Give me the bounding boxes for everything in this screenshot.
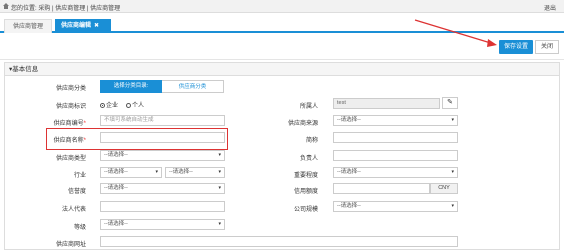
caret-icon: ▾ bbox=[218, 169, 221, 175]
identity-label: 供应商标识 bbox=[55, 104, 86, 110]
abbr-input[interactable] bbox=[333, 132, 458, 143]
select-value: --请选择-- bbox=[337, 117, 361, 123]
save-settings-button[interactable]: 保存设置 bbox=[499, 40, 533, 54]
radio-person[interactable]: 个人 bbox=[126, 100, 144, 109]
radio-company[interactable]: 企业 bbox=[100, 100, 118, 109]
legal-label: 法人代表 bbox=[61, 207, 86, 213]
caret-icon: ▾ bbox=[218, 221, 221, 227]
credit-label: 信誉度 bbox=[67, 189, 86, 195]
name-label-text: 供应商名称 bbox=[53, 138, 84, 144]
credit-limit-label: 信用额度 bbox=[293, 189, 318, 195]
credit-limit-input[interactable] bbox=[333, 183, 430, 194]
owner-field[interactable]: test bbox=[333, 98, 440, 109]
radio-dot bbox=[100, 103, 105, 108]
select-value: --请选择-- bbox=[104, 152, 128, 158]
industry-select-2[interactable]: --请选择-- ▾ bbox=[165, 167, 225, 178]
breadcrumb: 您的位置: 采购 | 供应商管理 | 供应商管理 bbox=[11, 6, 121, 12]
category-tab-select[interactable]: 选择分类目录: bbox=[100, 80, 162, 93]
industry-label: 行业 bbox=[73, 173, 86, 179]
radio-label: 个人 bbox=[132, 103, 145, 109]
source-label: 供应商来源 bbox=[287, 121, 318, 127]
code-input[interactable]: 不填可系统自动生成 bbox=[100, 115, 225, 126]
credit-select[interactable]: --请选择-- ▾ bbox=[100, 183, 225, 194]
code-label: 供应商编号* bbox=[53, 121, 86, 127]
source-select[interactable]: --请选择-- ▾ bbox=[333, 115, 458, 126]
caret-icon: ▾ bbox=[451, 203, 454, 209]
category-label: 供应商分类 bbox=[55, 86, 86, 92]
website-label: 供应商网址 bbox=[55, 242, 86, 248]
manager-input[interactable] bbox=[333, 150, 458, 161]
select-value: --请选择-- bbox=[104, 169, 128, 175]
level-label: 等级 bbox=[73, 225, 86, 231]
category-tab-supplier[interactable]: 供应商分类 bbox=[162, 80, 224, 93]
section-title[interactable]: ▾基本信息 bbox=[5, 63, 559, 76]
tab-bar: 供应商管理 供应商编辑 ✖ bbox=[0, 13, 564, 33]
exit-link[interactable]: 退出 bbox=[544, 3, 556, 12]
select-value: --请选择-- bbox=[104, 221, 128, 227]
scale-select[interactable]: --请选择-- ▾ bbox=[333, 201, 458, 212]
importance-label: 重要程度 bbox=[293, 173, 318, 179]
website-input[interactable] bbox=[100, 236, 458, 247]
type-select[interactable]: --请选择-- ▾ bbox=[100, 150, 225, 161]
radio-label: 企业 bbox=[106, 103, 119, 109]
caret-icon: ▾ bbox=[451, 169, 454, 175]
close-icon[interactable]: ✖ bbox=[94, 23, 99, 29]
name-label: 供应商名称* bbox=[53, 138, 86, 144]
tab-supplier-management[interactable]: 供应商管理 bbox=[4, 19, 52, 33]
code-label-text: 供应商编号 bbox=[53, 121, 84, 127]
select-value: --请选择-- bbox=[104, 185, 128, 191]
tab-supplier-edit[interactable]: 供应商编辑 ✖ bbox=[55, 19, 111, 33]
top-bar: 您的位置: 采购 | 供应商管理 | 供应商管理 退出 bbox=[0, 0, 564, 13]
caret-icon: ▾ bbox=[218, 152, 221, 158]
currency-badge: CNY bbox=[430, 183, 458, 194]
industry-select-1[interactable]: --请选择-- ▾ bbox=[100, 167, 162, 178]
home-icon bbox=[3, 3, 9, 9]
select-value: --请选择-- bbox=[337, 203, 361, 209]
action-bar bbox=[0, 35, 564, 60]
manager-label: 负责人 bbox=[299, 156, 318, 162]
caret-icon: ▾ bbox=[155, 169, 158, 175]
name-input[interactable] bbox=[100, 132, 225, 143]
close-button[interactable]: 关闭 bbox=[535, 40, 559, 54]
caret-icon: ▾ bbox=[451, 117, 454, 123]
scale-label: 公司规模 bbox=[293, 207, 318, 213]
caret-icon: ▾ bbox=[218, 185, 221, 191]
type-label: 供应商类型 bbox=[55, 156, 86, 162]
tab-label: 供应商管理 bbox=[12, 24, 43, 30]
select-value: --请选择-- bbox=[169, 169, 193, 175]
owner-label: 所属人 bbox=[299, 104, 318, 110]
tab-label: 供应商编辑 bbox=[61, 23, 92, 29]
radio-dot bbox=[126, 103, 131, 108]
importance-select[interactable]: --请选择-- ▾ bbox=[333, 167, 458, 178]
legal-input[interactable] bbox=[100, 201, 225, 212]
select-value: --请选择-- bbox=[337, 169, 361, 175]
edit-icon[interactable]: ✎ bbox=[442, 97, 458, 109]
level-select[interactable]: --请选择-- ▾ bbox=[100, 219, 225, 230]
abbr-label: 简称 bbox=[305, 138, 318, 144]
